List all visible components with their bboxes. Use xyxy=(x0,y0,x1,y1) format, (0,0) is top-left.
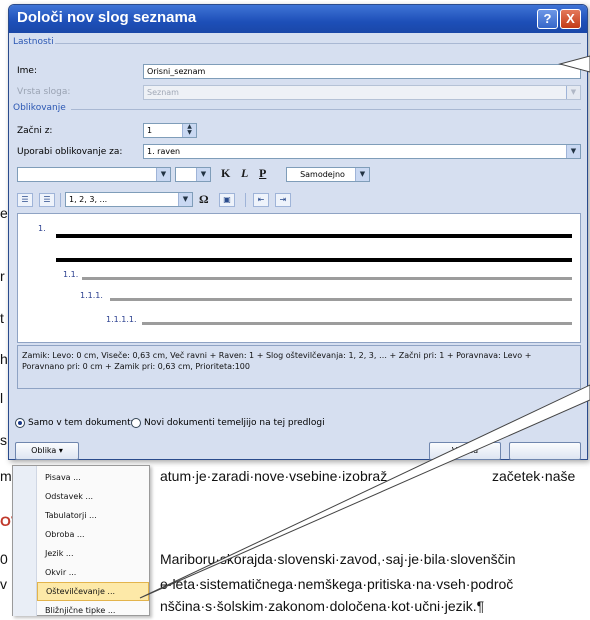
section-divider xyxy=(55,43,581,44)
doc-edge-char: e xyxy=(0,205,8,221)
doc-edge-char: t xyxy=(0,310,4,326)
font-color-select[interactable]: Samodejno ▼ xyxy=(286,167,370,182)
doc-line-1: atum·je·zaradi·nove·vsebine·izobraž xyxy=(160,468,388,484)
radio-new-documents-label[interactable]: Novi dokumenti temeljijo na tej predlogi xyxy=(144,418,325,428)
preview-level-1-line xyxy=(56,258,572,262)
triangle-down-icon: ▾ xyxy=(58,446,63,455)
preview-level-1-line xyxy=(56,234,572,238)
properties-section-label: Lastnosti xyxy=(13,37,54,47)
apply-to-select[interactable]: 1. raven ▼ xyxy=(143,144,581,159)
doc-line-3: e·leta·sistematičnega·nemškega·pritiska·… xyxy=(160,576,514,592)
format-button[interactable]: Oblika ▾ xyxy=(15,442,79,460)
chevron-down-icon[interactable]: ▼ xyxy=(178,193,192,206)
font-size-select[interactable]: ▼ xyxy=(175,167,211,182)
menu-item-frame[interactable]: Okvir ... xyxy=(37,563,149,582)
numbered-list-icon[interactable]: ☰ xyxy=(17,193,33,207)
bold-button[interactable]: K xyxy=(221,166,230,181)
apply-to-label: Uporabi oblikovanje za: xyxy=(17,147,123,157)
apply-to-value: 1. raven xyxy=(147,147,181,156)
preview-level-3-label: 1.1.1. xyxy=(80,291,103,300)
preview-level-4-line xyxy=(142,322,572,325)
menu-item-font[interactable]: Pisava ... xyxy=(37,468,149,487)
doc-edge-char: l xyxy=(0,390,4,406)
menu-item-tabs[interactable]: Tabulatorji ... xyxy=(37,506,149,525)
formatting-section-label: Oblikovanje xyxy=(13,103,66,113)
dialog-titlebar[interactable]: Določi nov slog seznama ? X xyxy=(9,5,587,33)
doc-line-1-left: m xyxy=(0,468,12,484)
format-dropdown-menu: Pisava ... Odstavek ... Tabulatorji ... … xyxy=(12,465,150,616)
doc-line-2-left: 0 xyxy=(0,551,8,567)
doc-line-2: Mariboru·skorajda·slovenski·zavod,·saj·j… xyxy=(160,551,516,567)
radio-new-documents[interactable] xyxy=(131,418,141,428)
style-type-label: Vrsta sloga: xyxy=(17,87,71,97)
menu-item-border[interactable]: Obroba ... xyxy=(37,525,149,544)
ok-button[interactable]: V redu xyxy=(429,442,501,460)
menu-item-shortcut-keys[interactable]: Bližnjične tipke ... xyxy=(37,601,149,620)
spinner-arrows-icon[interactable]: ▲ ▼ xyxy=(182,124,196,137)
radio-this-document-label[interactable]: Samo v tem dokumentu xyxy=(28,418,136,428)
menu-icon-strip xyxy=(13,466,37,616)
close-button[interactable]: X xyxy=(560,9,581,29)
decrease-indent-icon[interactable]: ⇤ xyxy=(253,193,269,207)
doc-line-4: nščina·s·šolskim·zakonom·določena·kot·uč… xyxy=(160,598,485,614)
cancel-button[interactable] xyxy=(509,442,581,460)
font-name-select[interactable]: ▼ xyxy=(17,167,171,182)
insert-symbol-button[interactable]: Ω xyxy=(199,192,209,207)
preview-level-2-label: 1.1. xyxy=(63,270,79,279)
preview-level-3-line xyxy=(110,298,572,301)
list-preview: 1. 1.1. 1.1.1. 1.1.1.1. xyxy=(17,213,581,343)
chevron-down-icon[interactable]: ▼ xyxy=(196,168,210,181)
name-input[interactable]: Orisni_seznam xyxy=(143,64,581,79)
chevron-down-icon[interactable]: ▼ xyxy=(156,168,170,181)
italic-button[interactable]: L xyxy=(241,166,248,181)
new-list-style-dialog: Določi nov slog seznama ? X Lastnosti Im… xyxy=(8,4,588,460)
doc-edge-char: r xyxy=(0,268,5,284)
menu-item-language[interactable]: Jezik ... xyxy=(37,544,149,563)
dialog-title: Določi nov slog seznama xyxy=(17,9,197,26)
insert-picture-icon[interactable]: ▣ xyxy=(219,193,235,207)
style-description: Zamik: Levo: 0 cm, Viseče: 0,63 cm, Več … xyxy=(17,345,581,389)
start-at-value: 1 xyxy=(147,126,153,135)
bulleted-list-icon[interactable]: ☰ xyxy=(39,193,55,207)
preview-level-1-label: 1. xyxy=(38,224,46,233)
chevron-down-icon[interactable]: ▼ xyxy=(355,168,369,181)
numbering-style-value: 1, 2, 3, ... xyxy=(69,195,108,204)
name-input-value: Orisni_seznam xyxy=(147,67,206,76)
style-type-value: Seznam xyxy=(147,88,179,97)
toolbar-divider xyxy=(245,193,246,207)
style-type-select: Seznam ▼ xyxy=(143,85,581,100)
section-divider xyxy=(71,109,581,110)
increase-indent-icon[interactable]: ⇥ xyxy=(275,193,291,207)
doc-edge-char: h xyxy=(0,351,8,367)
menu-item-numbering[interactable]: Oštevilčevanje ... xyxy=(37,582,149,601)
chevron-down-icon[interactable]: ▼ xyxy=(566,145,580,158)
preview-level-2-line xyxy=(82,277,572,280)
chevron-down-icon: ▼ xyxy=(566,86,580,99)
preview-level-4-label: 1.1.1.1. xyxy=(106,315,137,324)
radio-this-document[interactable] xyxy=(15,418,25,428)
name-label: Ime: xyxy=(17,66,37,76)
start-at-label: Začni z: xyxy=(17,126,53,136)
help-button[interactable]: ? xyxy=(537,9,558,29)
doc-edge-char: s xyxy=(0,432,7,448)
start-at-spinner[interactable]: 1 ▲ ▼ xyxy=(143,123,197,138)
menu-item-paragraph[interactable]: Odstavek ... xyxy=(37,487,149,506)
doc-line-1-end: začetek·naše xyxy=(492,468,576,484)
format-button-label: Oblika xyxy=(31,446,57,455)
toolbar-divider xyxy=(60,193,61,207)
font-color-value: Samodejno xyxy=(300,170,345,179)
doc-line-3-left: v xyxy=(0,576,7,592)
numbering-style-select[interactable]: 1, 2, 3, ... ▼ xyxy=(65,192,193,207)
underline-button[interactable]: P xyxy=(259,166,266,181)
